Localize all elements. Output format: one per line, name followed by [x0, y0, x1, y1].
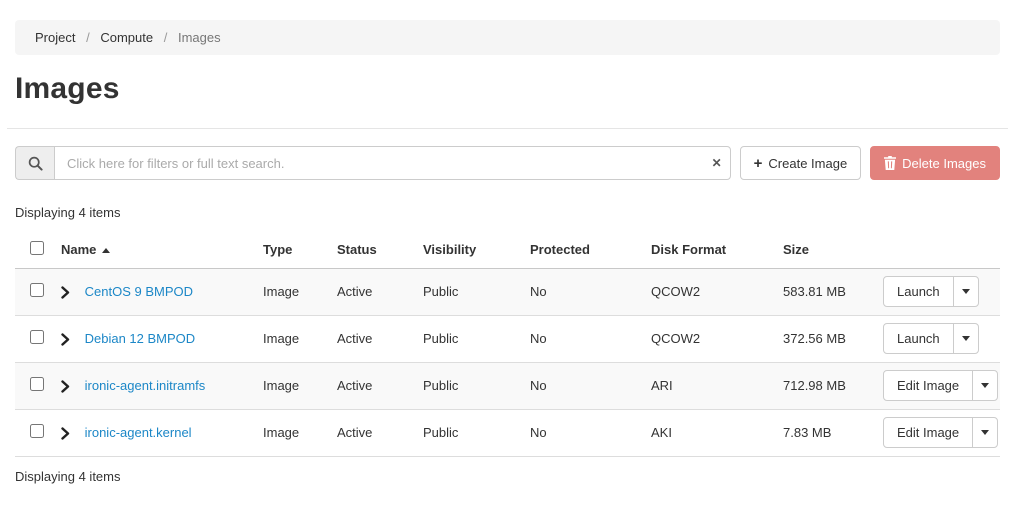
expand-row-button[interactable] [61, 380, 70, 393]
table-row: ironic-agent.initramfs Image Active Publ… [15, 362, 1000, 409]
row-action-dropdown-button[interactable] [953, 323, 979, 354]
image-name-link[interactable]: CentOS 9 BMPOD [85, 284, 193, 299]
breadcrumb-images: Images [178, 30, 221, 45]
cell-visibility: Public [423, 409, 530, 456]
row-checkbox[interactable] [30, 283, 44, 297]
cell-type: Image [263, 362, 337, 409]
image-name-link[interactable]: ironic-agent.kernel [85, 425, 192, 440]
images-table: Name Type Status Visibility Protected Di… [15, 232, 1000, 457]
row-action-button[interactable]: Launch [883, 323, 954, 354]
row-action-split-button: Edit Image [883, 370, 998, 401]
cell-protected: No [530, 409, 651, 456]
cell-protected: No [530, 268, 651, 315]
trash-icon [884, 156, 896, 170]
expand-row-button[interactable] [61, 286, 70, 299]
cell-status: Active [337, 315, 423, 362]
cell-size: 372.56 MB [783, 315, 883, 362]
sort-ascending-icon [102, 248, 110, 253]
create-image-button[interactable]: + Create Image [740, 146, 862, 180]
cell-protected: No [530, 362, 651, 409]
cell-disk-format: QCOW2 [651, 315, 783, 362]
column-header-type[interactable]: Type [263, 232, 337, 268]
column-header-name[interactable]: Name [61, 232, 263, 268]
cell-disk-format: AKI [651, 409, 783, 456]
search-icon [28, 156, 43, 171]
cell-size: 712.98 MB [783, 362, 883, 409]
chevron-right-icon [61, 286, 70, 299]
column-header-visibility[interactable]: Visibility [423, 232, 530, 268]
cell-size: 583.81 MB [783, 268, 883, 315]
cell-protected: No [530, 315, 651, 362]
row-action-split-button: Edit Image [883, 417, 998, 448]
search-input[interactable] [54, 146, 731, 180]
table-row: ironic-agent.kernel Image Active Public … [15, 409, 1000, 456]
row-action-dropdown-button[interactable] [972, 370, 998, 401]
cell-disk-format: ARI [651, 362, 783, 409]
expand-row-button[interactable] [61, 333, 70, 346]
chevron-right-icon [61, 380, 70, 393]
clear-search-button[interactable]: ✕ [712, 157, 722, 169]
cell-visibility: Public [423, 315, 530, 362]
image-name-link[interactable]: Debian 12 BMPOD [85, 331, 196, 346]
cell-type: Image [263, 268, 337, 315]
expand-row-button[interactable] [61, 427, 70, 440]
delete-images-button[interactable]: Delete Images [870, 146, 1000, 180]
select-all-checkbox[interactable] [30, 241, 44, 255]
caret-down-icon [981, 383, 989, 388]
caret-down-icon [962, 289, 970, 294]
row-action-dropdown-button[interactable] [953, 276, 979, 307]
row-action-button[interactable]: Edit Image [883, 370, 973, 401]
breadcrumb-project[interactable]: Project [35, 30, 75, 45]
cell-status: Active [337, 362, 423, 409]
row-checkbox[interactable] [30, 377, 44, 391]
caret-down-icon [962, 336, 970, 341]
column-header-status[interactable]: Status [337, 232, 423, 268]
page-title: Images [15, 72, 1000, 106]
breadcrumb: Project / Compute / Images [15, 20, 1000, 55]
cell-visibility: Public [423, 362, 530, 409]
table-row: Debian 12 BMPOD Image Active Public No Q… [15, 315, 1000, 362]
create-image-label: Create Image [768, 156, 847, 171]
search-bar: ✕ [15, 146, 731, 180]
cell-status: Active [337, 409, 423, 456]
table-header-row: Name Type Status Visibility Protected Di… [15, 232, 1000, 268]
image-name-link[interactable]: ironic-agent.initramfs [85, 378, 206, 393]
toolbar: ✕ + Create Image Delete Images [15, 146, 1000, 180]
breadcrumb-separator: / [164, 30, 168, 45]
column-header-disk-format[interactable]: Disk Format [651, 232, 783, 268]
cell-size: 7.83 MB [783, 409, 883, 456]
images-page: Project / Compute / Images Images ✕ + Cr… [0, 20, 1015, 484]
column-header-size[interactable]: Size [783, 232, 883, 268]
items-count-top: Displaying 4 items [15, 205, 1000, 220]
column-header-name-label: Name [61, 242, 96, 257]
column-header-protected[interactable]: Protected [530, 232, 651, 268]
column-header-actions [883, 232, 1000, 268]
row-action-button[interactable]: Launch [883, 276, 954, 307]
cell-type: Image [263, 315, 337, 362]
plus-icon: + [754, 156, 763, 171]
table-row: CentOS 9 BMPOD Image Active Public No QC… [15, 268, 1000, 315]
cell-status: Active [337, 268, 423, 315]
cell-type: Image [263, 409, 337, 456]
row-action-split-button: Launch [883, 323, 979, 354]
row-action-button[interactable]: Edit Image [883, 417, 973, 448]
breadcrumb-compute[interactable]: Compute [100, 30, 153, 45]
title-divider [7, 128, 1008, 129]
cell-disk-format: QCOW2 [651, 268, 783, 315]
caret-down-icon [981, 430, 989, 435]
delete-images-label: Delete Images [902, 156, 986, 171]
row-checkbox[interactable] [30, 330, 44, 344]
breadcrumb-separator: / [86, 30, 90, 45]
row-action-split-button: Launch [883, 276, 979, 307]
row-action-dropdown-button[interactable] [972, 417, 998, 448]
items-count-bottom: Displaying 4 items [15, 469, 1000, 484]
search-addon-button[interactable] [15, 146, 54, 180]
chevron-right-icon [61, 333, 70, 346]
cell-visibility: Public [423, 268, 530, 315]
chevron-right-icon [61, 427, 70, 440]
row-checkbox[interactable] [30, 424, 44, 438]
